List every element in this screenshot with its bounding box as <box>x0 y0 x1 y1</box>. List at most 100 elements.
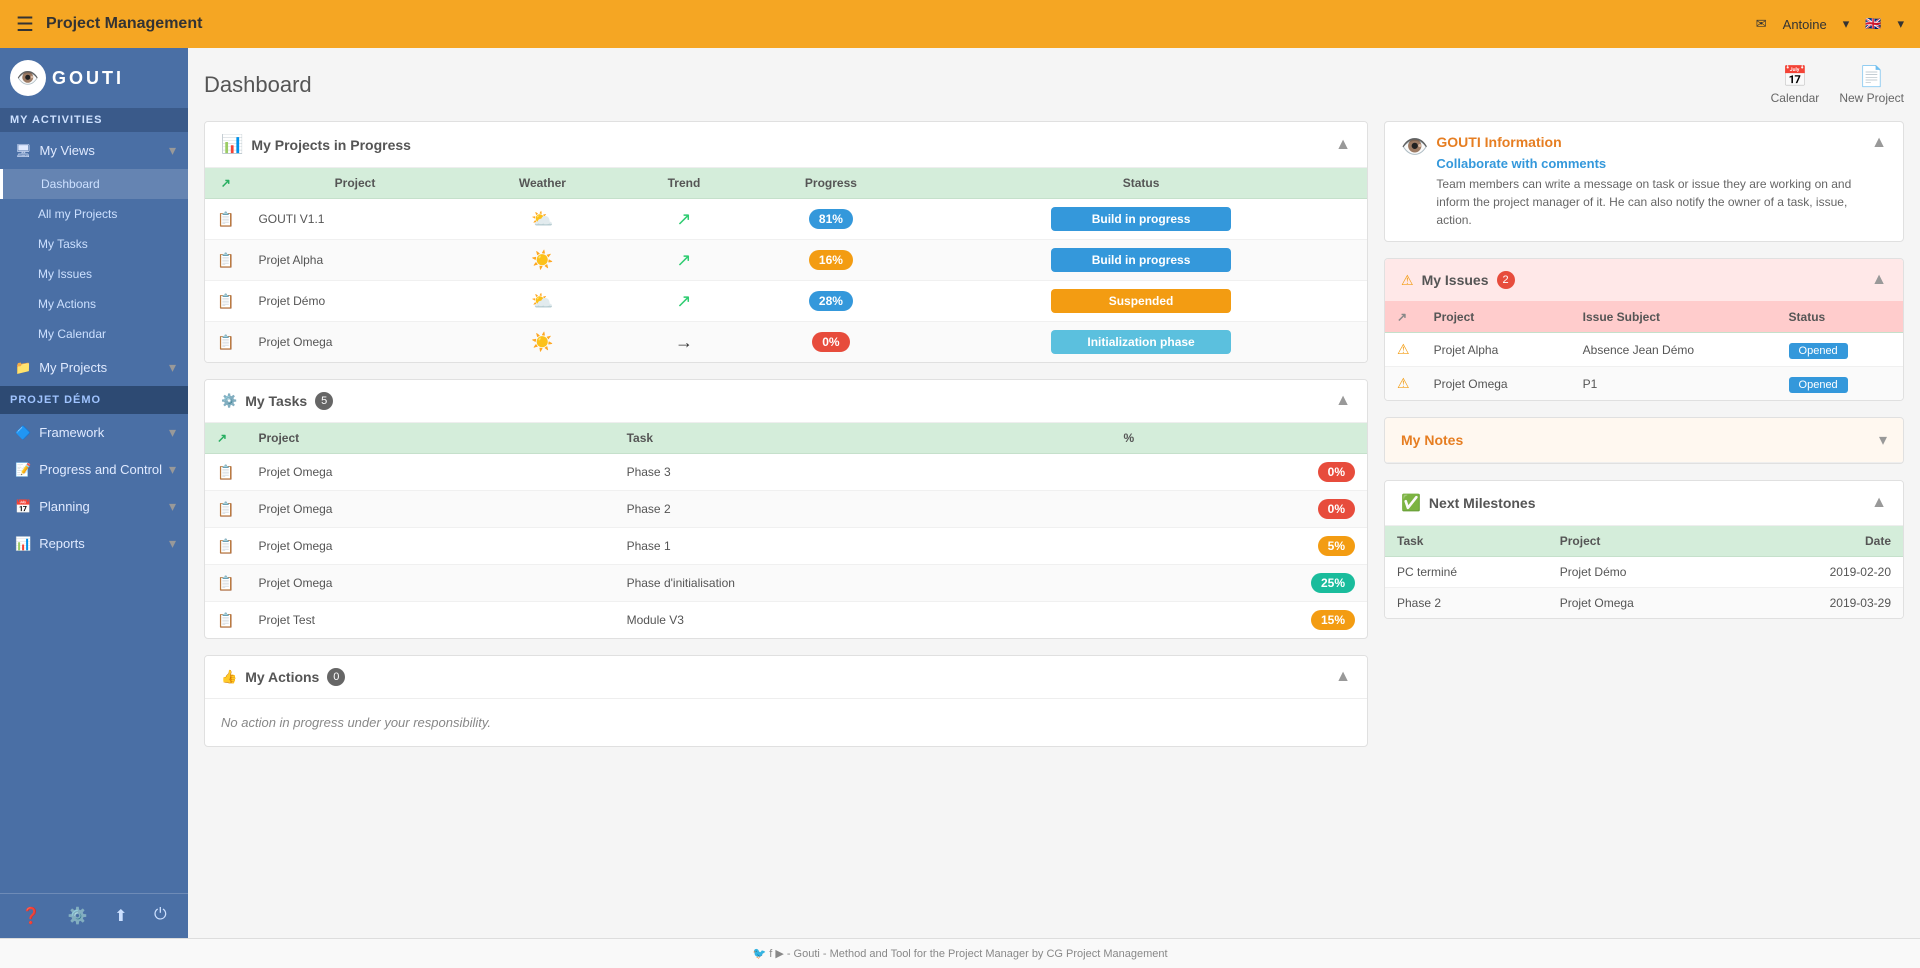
gouti-logo-icon: 👁️ <box>1401 134 1428 160</box>
table-row: ⚠ Projet Alpha Absence Jean Démo Opened <box>1385 333 1903 367</box>
row-task-name: PC terminé <box>1385 557 1548 588</box>
progress-control-label: Progress and Control <box>39 462 162 477</box>
milestones-card: ✅ Next Milestones ▲ Task Project Date <box>1384 480 1904 619</box>
milestones-col-date: Date <box>1738 526 1903 557</box>
row-trend: ↗ <box>621 240 747 281</box>
row-task-name: Phase 1 <box>615 528 1112 565</box>
row-progress: 0% <box>747 322 915 363</box>
row-date: 2019-03-29 <box>1738 588 1903 619</box>
row-status: Build in progress <box>915 240 1367 281</box>
row-weather: ⛅ <box>464 199 622 240</box>
row-issue-subject: P1 <box>1571 367 1777 401</box>
tasks-col-icon: ↗ <box>205 423 246 454</box>
notes-card-header: My Notes ▾ <box>1385 418 1903 463</box>
row-progress: 81% <box>747 199 915 240</box>
sidebar-item-my-views[interactable]: 🖥 My Views ▾ <box>0 132 188 169</box>
issues-col-status: Status <box>1777 302 1903 333</box>
projects-table: ↗ Project Weather Trend Progress Status … <box>205 168 1367 362</box>
table-row: 📋 Projet Alpha ☀️ ↗ 16% Build in progres… <box>205 240 1367 281</box>
row-task-name: Phase d'initialisation <box>615 565 1112 602</box>
user-name[interactable]: Antoine <box>1783 17 1827 32</box>
sidebar-item-reports[interactable]: 📊 Reports ▾ <box>0 525 188 562</box>
sidebar-item-dashboard[interactable]: Dashboard <box>0 169 188 199</box>
milestones-card-title: Next Milestones <box>1429 495 1536 511</box>
actions-card: 👍 My Actions 0 ▲ No action in progress u… <box>204 655 1368 747</box>
row-task-name: Phase 2 <box>615 491 1112 528</box>
row-task-pct: 15% <box>1112 602 1367 639</box>
sidebar-item-all-projects[interactable]: All my Projects <box>0 199 188 229</box>
row-project-name: Projet Omega <box>1548 588 1738 619</box>
row-project-name: Projet Alpha <box>246 240 463 281</box>
milestones-collapse-btn[interactable]: ▲ <box>1871 494 1887 512</box>
gouti-info-card: 👁️ GOUTI Information Collaborate with co… <box>1384 121 1904 242</box>
row-project-name: Projet Test <box>246 602 614 639</box>
actions-collapse-btn[interactable]: ▲ <box>1335 668 1351 686</box>
progress-icon: 📝 <box>15 462 31 478</box>
row-icon: 📋 <box>205 240 246 281</box>
footer-upload-icon[interactable]: ⬆ <box>114 906 127 926</box>
footer-help-icon[interactable]: ❓ <box>21 906 41 926</box>
issues-warning-icon: ⚠ <box>1401 272 1414 289</box>
row-icon: 📋 <box>205 528 246 565</box>
sidebar-item-my-actions[interactable]: My Actions <box>0 289 188 319</box>
gouti-info-header: 👁️ GOUTI Information Collaborate with co… <box>1385 122 1903 241</box>
calendar-button[interactable]: 📅 Calendar <box>1771 64 1820 105</box>
row-weather: ⛅ <box>464 281 622 322</box>
row-issue-status: Opened <box>1777 333 1903 367</box>
projects-icon: 📁 <box>15 360 31 376</box>
projects-collapse-btn[interactable]: ▲ <box>1335 136 1351 154</box>
sidebar-item-framework[interactable]: 🔷 Framework ▾ <box>0 414 188 451</box>
tasks-collapse-btn[interactable]: ▲ <box>1335 392 1351 410</box>
sidebar-item-progress-control[interactable]: 📝 Progress and Control ▾ <box>0 451 188 488</box>
projects-card: 📊 My Projects in Progress ▲ ↗ Project <box>204 121 1368 363</box>
tasks-card-icon: ⚙️ <box>221 393 237 409</box>
framework-icon: 🔷 <box>15 425 31 441</box>
dashboard-columns: 📊 My Projects in Progress ▲ ↗ Project <box>204 121 1904 747</box>
no-action-message: No action in progress under your respons… <box>205 699 1367 746</box>
topbar-title: Project Management <box>46 15 202 33</box>
row-weather: ☀️ <box>464 240 622 281</box>
mail-icon[interactable]: ✉ <box>1756 16 1767 32</box>
gouti-collapse-btn[interactable]: ▲ <box>1871 134 1887 152</box>
milestones-table: Task Project Date PC terminé Projet Démo… <box>1385 526 1903 618</box>
topbar-left: ☰ Project Management <box>16 12 202 37</box>
row-task-pct: 5% <box>1112 528 1367 565</box>
sidebar-item-my-issues[interactable]: My Issues <box>0 259 188 289</box>
new-project-icon: 📄 <box>1859 64 1884 89</box>
sidebar: 👁️ GOUTI MY ACTIVITIES 🖥 My Views ▾ Dash… <box>0 48 188 938</box>
col-project: Project <box>246 168 463 199</box>
row-weather: ☀️ <box>464 322 622 363</box>
row-trend: ↗ <box>621 199 747 240</box>
footer-settings-icon[interactable]: ⚙️ <box>68 906 88 926</box>
planning-chevron: ▾ <box>169 498 176 515</box>
menu-icon[interactable]: ☰ <box>16 12 34 37</box>
tasks-card: ⚙️ My Tasks 5 ▲ ↗ Project <box>204 379 1368 639</box>
new-project-button[interactable]: 📄 New Project <box>1839 64 1904 105</box>
row-status: Suspended <box>915 281 1367 322</box>
sidebar-item-my-tasks[interactable]: My Tasks <box>0 229 188 259</box>
language-flag[interactable]: 🇬🇧 <box>1865 16 1881 32</box>
row-project-name: Projet Omega <box>246 565 614 602</box>
row-status: Initialization phase <box>915 322 1367 363</box>
sidebar-item-planning[interactable]: 📅 Planning ▾ <box>0 488 188 525</box>
issues-collapse-btn[interactable]: ▲ <box>1871 271 1887 289</box>
row-project-name: Projet Omega <box>246 322 463 363</box>
flag-chevron[interactable]: ▾ <box>1897 16 1904 32</box>
tasks-col-pct: % <box>1112 423 1367 454</box>
row-task-pct: 0% <box>1112 454 1367 491</box>
tasks-link-icon: ↗ <box>217 431 227 445</box>
row-task-name: Module V3 <box>615 602 1112 639</box>
footer-power-icon[interactable]: ⏻ <box>154 906 167 926</box>
notes-collapse-btn[interactable]: ▾ <box>1879 430 1887 450</box>
col-progress: Progress <box>747 168 915 199</box>
projects-card-icon: 📊 <box>221 134 243 155</box>
row-progress: 28% <box>747 281 915 322</box>
issues-col-icon: ↗ <box>1385 302 1422 333</box>
row-icon: 📋 <box>205 565 246 602</box>
sidebar-item-my-calendar[interactable]: My Calendar <box>0 319 188 349</box>
milestones-col-project: Project <box>1548 526 1738 557</box>
row-trend: ↗ <box>621 281 747 322</box>
user-chevron[interactable]: ▾ <box>1843 16 1850 32</box>
sidebar-logo: 👁️ GOUTI <box>0 48 188 108</box>
sidebar-item-my-projects[interactable]: 📁 My Projects ▾ <box>0 349 188 386</box>
